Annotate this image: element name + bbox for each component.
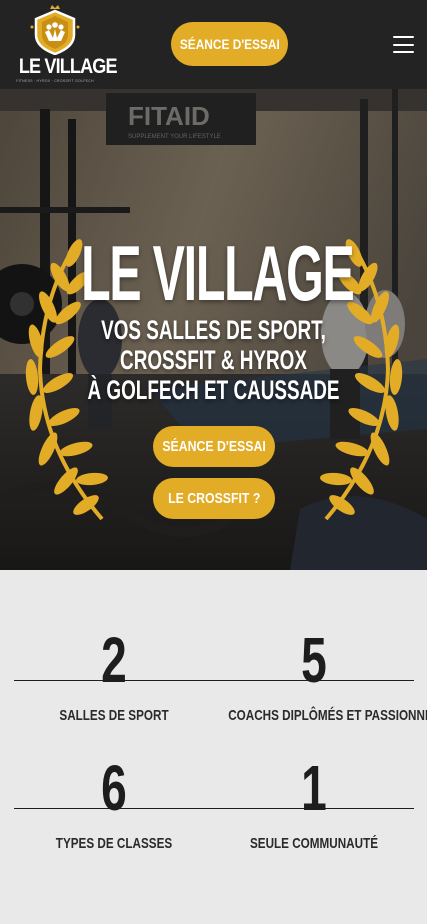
site-header: LE VILLAGE FITNESS · HYROX · CROSSFIT GO… [0,0,427,89]
hero-crossfit-button[interactable]: LE CROSSFIT ? [153,478,275,519]
logo-tagline: FITNESS · HYROX · CROSSFIT GOLFECH [16,79,94,83]
logo-text: LE VILLAGE [18,55,118,78]
stat-label: COACHS DIPLÔMÉS ET PASSIONNÉS [228,707,427,724]
hero-subtitle-line: À GOLFECH ET CAUSSADE [87,375,340,405]
menu-bar [393,36,414,38]
header-trial-session-label: SÉANCE D'ESSAI [179,36,280,52]
menu-bar [393,43,414,46]
stat-number: 2 [101,624,127,696]
stat-label: SALLES DE SPORT [59,707,169,724]
header-trial-session-button[interactable]: SÉANCE D'ESSAI [171,22,288,66]
hero-title: LE VILLAGE [81,229,355,317]
stat-number: 1 [301,752,327,824]
hero-trial-session-label: SÉANCE D'ESSAI [162,438,266,455]
stat-divider [214,808,414,809]
hamburger-menu-icon[interactable] [393,36,414,53]
stat-label: TYPES DE CLASSES [55,835,173,852]
hero-crossfit-label: LE CROSSFIT ? [167,490,261,507]
hero-subtitle-line: CROSSFIT & HYROX [120,345,307,375]
logo-crest-icon [30,5,80,55]
logo[interactable]: LE VILLAGE FITNESS · HYROX · CROSSFIT GO… [13,5,118,83]
stat-divider [14,808,214,809]
hero-trial-session-button[interactable]: SÉANCE D'ESSAI [153,426,275,467]
stat-divider [214,680,414,681]
menu-bar [393,51,414,53]
hero-subtitle: VOS SALLES DE SPORT, CROSSFIT & HYROX À … [64,315,363,405]
stats-section: 2 SALLES DE SPORT 5 COACHS DIPLÔMÉS ET P… [0,570,427,924]
stat-label: SEULE COMMUNAUTÉ [249,835,379,852]
stat-divider [14,680,214,681]
hero-subtitle-line: VOS SALLES DE SPORT, [101,315,326,345]
stat-number: 6 [101,752,127,824]
hero-section: FITAID SUPPLEMENT YOUR LIFESTYLE LE VILL… [0,89,427,570]
stat-number: 5 [301,624,327,696]
